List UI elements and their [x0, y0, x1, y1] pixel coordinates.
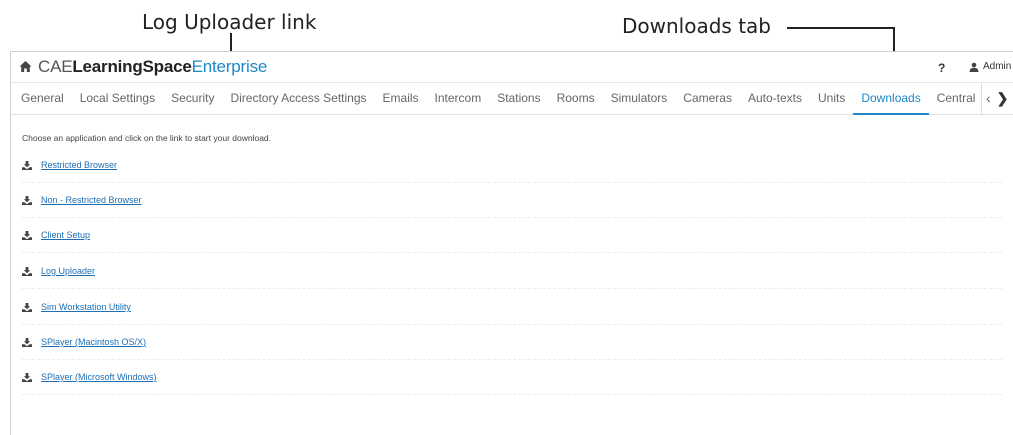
- download-link[interactable]: Restricted Browser: [41, 160, 117, 170]
- tab-cameras[interactable]: Cameras: [675, 83, 740, 114]
- brand-prefix: CAE: [38, 57, 73, 76]
- download-icon: [22, 373, 32, 382]
- tab-auto-texts[interactable]: Auto-texts: [740, 83, 810, 114]
- top-bar: CAELearningSpaceEnterprise ? Admin: [11, 52, 1013, 83]
- app-logo[interactable]: CAELearningSpaceEnterprise: [38, 57, 267, 77]
- download-icon: [22, 196, 32, 205]
- tab-local-settings[interactable]: Local Settings: [72, 83, 163, 114]
- download-item: Sim Workstation Utility: [22, 299, 1002, 325]
- download-item: Client Setup: [22, 227, 1002, 253]
- tab-intercom[interactable]: Intercom: [427, 83, 490, 114]
- download-item: Restricted Browser: [22, 157, 1002, 183]
- callout-log-uploader: Log Uploader link: [142, 10, 317, 34]
- user-name: Admin: [983, 61, 1012, 72]
- settings-tab-bar: General Local Settings Security Directory A…: [11, 83, 1013, 115]
- download-icon: [22, 161, 32, 170]
- tab-downloads[interactable]: Downloads: [853, 83, 930, 115]
- tab-emails[interactable]: Emails: [375, 83, 427, 114]
- intro-text: Choose an application and click on the l…: [22, 133, 272, 143]
- download-item: Non - Restricted Browser: [22, 192, 1002, 218]
- download-link[interactable]: Sim Workstation Utility: [41, 302, 131, 312]
- brand-main: LearningSpace: [72, 57, 192, 76]
- download-icon: [22, 267, 32, 276]
- tab-rooms[interactable]: Rooms: [549, 83, 603, 114]
- chevron-left-icon[interactable]: ‹: [986, 83, 991, 114]
- download-link[interactable]: SPlayer (Microsoft Windows): [41, 372, 157, 382]
- app-window: CAELearningSpaceEnterprise ? Admin Gener…: [10, 51, 1013, 435]
- download-icon: [22, 338, 32, 347]
- download-link[interactable]: Client Setup: [41, 230, 90, 240]
- download-item: SPlayer (Microsoft Windows): [22, 369, 1002, 395]
- tab-simulators[interactable]: Simulators: [603, 83, 676, 114]
- chevron-right-icon[interactable]: ❯: [997, 83, 1009, 114]
- download-link[interactable]: Log Uploader: [41, 266, 95, 276]
- download-item: Log Uploader: [22, 263, 1002, 289]
- home-icon[interactable]: [19, 60, 32, 73]
- callout-line: [787, 27, 894, 29]
- download-item: SPlayer (Macintosh OS/X): [22, 334, 1002, 360]
- download-link[interactable]: SPlayer (Macintosh OS/X): [41, 337, 146, 347]
- tab-general[interactable]: General: [11, 83, 72, 114]
- tab-central[interactable]: Central: [929, 83, 984, 114]
- tab-stations[interactable]: Stations: [489, 83, 548, 114]
- download-icon: [22, 231, 32, 240]
- tab-scroll-controls: ‹ ❯: [981, 83, 1013, 114]
- tab-directory-access-settings[interactable]: Directory Access Settings: [222, 83, 374, 114]
- callout-downloads-tab: Downloads tab: [622, 14, 771, 38]
- tab-units[interactable]: Units: [810, 83, 853, 114]
- help-button[interactable]: ?: [938, 61, 945, 75]
- tab-security[interactable]: Security: [163, 83, 222, 114]
- user-icon: [969, 62, 979, 72]
- brand-suffix: Enterprise: [191, 57, 268, 76]
- download-icon: [22, 303, 32, 312]
- user-menu[interactable]: Admin: [969, 61, 1011, 72]
- tabs: General Local Settings Security Directory A…: [11, 83, 984, 115]
- download-link[interactable]: Non - Restricted Browser: [41, 195, 142, 205]
